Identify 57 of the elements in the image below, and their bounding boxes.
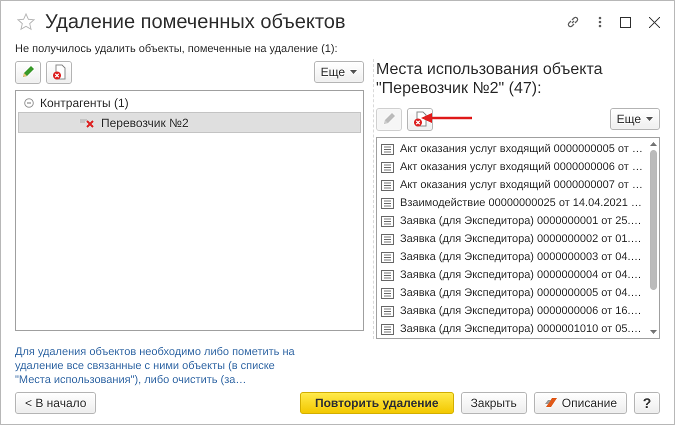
document-icon [381, 306, 394, 316]
star-icon[interactable] [17, 13, 35, 31]
annotation-arrow [421, 113, 473, 123]
more-button[interactable]: Еще [314, 61, 364, 83]
document-icon [381, 270, 394, 280]
usage-list-row[interactable]: Взаимодействие 00000000025 от 14.04.2021 … [381, 194, 647, 212]
group-label: Контрагенты (1) [40, 96, 129, 110]
usage-list-row[interactable]: Заявка (для Экспедитора) 0000001010 от 05.… [381, 320, 647, 338]
hint-text: Для удаления объектов необходимо либо пометить на удаление все связанные с ними объекты (в списке "Места использования"), либо очистить (за… [14, 345, 296, 388]
back-button[interactable]: < В начало [15, 392, 96, 414]
usage-list-row[interactable]: Акт оказания услуг входящий 0000000006 от … [381, 158, 647, 176]
document-icon [381, 288, 394, 298]
document-icon [381, 162, 394, 172]
collapse-icon[interactable] [24, 98, 34, 108]
window-title: Удаление помеченных объектов [45, 10, 347, 34]
usage-list-row[interactable]: Акт оказания услуг входящий 0000000005 от … [381, 140, 647, 158]
maximize-icon[interactable] [620, 16, 631, 28]
edit-button[interactable] [15, 60, 41, 84]
usage-list-row[interactable]: Акт оказания услуг входящий 0000000007 от … [381, 176, 647, 194]
item-label: Перевозчик №2 [101, 116, 189, 130]
usage-list-row[interactable]: Заявка (для Экспедитора) 0000000002 от 01.… [381, 230, 647, 248]
link-icon[interactable] [566, 15, 580, 29]
close-button[interactable]: Закрыть [460, 392, 527, 414]
usage-list-row[interactable]: Заявка (для Экспедитора) 0000000001 от 25.… [381, 212, 647, 230]
tree-row[interactable]: Контрагенты (1) [18, 93, 361, 112]
pencil-icon [21, 65, 35, 79]
document-icon [381, 144, 394, 154]
tree-row[interactable]: Перевозчик №2 [18, 112, 361, 133]
scroll-down-icon[interactable] [650, 330, 656, 334]
document-icon [381, 324, 394, 334]
usage-list-row[interactable]: Заявка (для Экспедитора) 0000000006 от 16.… [381, 302, 647, 320]
error-message: Не получилось удалить объекты, помеченные на удаление (1): [14, 43, 339, 57]
help-button[interactable]: ? [634, 392, 660, 414]
caret-icon [350, 70, 357, 74]
delete-document-icon [413, 111, 427, 127]
more-button[interactable]: Еще [610, 108, 660, 130]
document-icon [381, 216, 394, 226]
retry-delete-button[interactable]: Повторить удаление [300, 392, 454, 414]
delete-button[interactable] [46, 60, 72, 84]
document-icon [381, 180, 394, 190]
help-icon [544, 397, 558, 409]
document-icon [381, 198, 394, 208]
close-icon[interactable] [649, 16, 660, 28]
description-button[interactable]: Описание [534, 392, 627, 414]
caret-icon [646, 117, 653, 121]
usage-list-row[interactable]: Заявка (для Экспедитора) 0000000004 от 04.… [381, 266, 647, 284]
delete-button[interactable] [407, 108, 433, 130]
document-icon [381, 234, 394, 244]
document-icon [381, 252, 394, 262]
scroll-up-icon[interactable] [650, 142, 656, 146]
pencil-icon [382, 112, 396, 126]
usage-list-row[interactable]: Заявка (для Экспедитора) 0000000005 от 04.… [381, 284, 647, 302]
marked-deleted-icon [79, 118, 95, 128]
delete-document-icon [52, 64, 66, 80]
more-icon[interactable] [598, 16, 602, 28]
usage-title: Места использования объекта "Перевозчик №2" (47): [375, 60, 604, 98]
usage-list-row[interactable]: Заявка (для Экспедитора) 0000000003 от 04.… [381, 248, 647, 266]
